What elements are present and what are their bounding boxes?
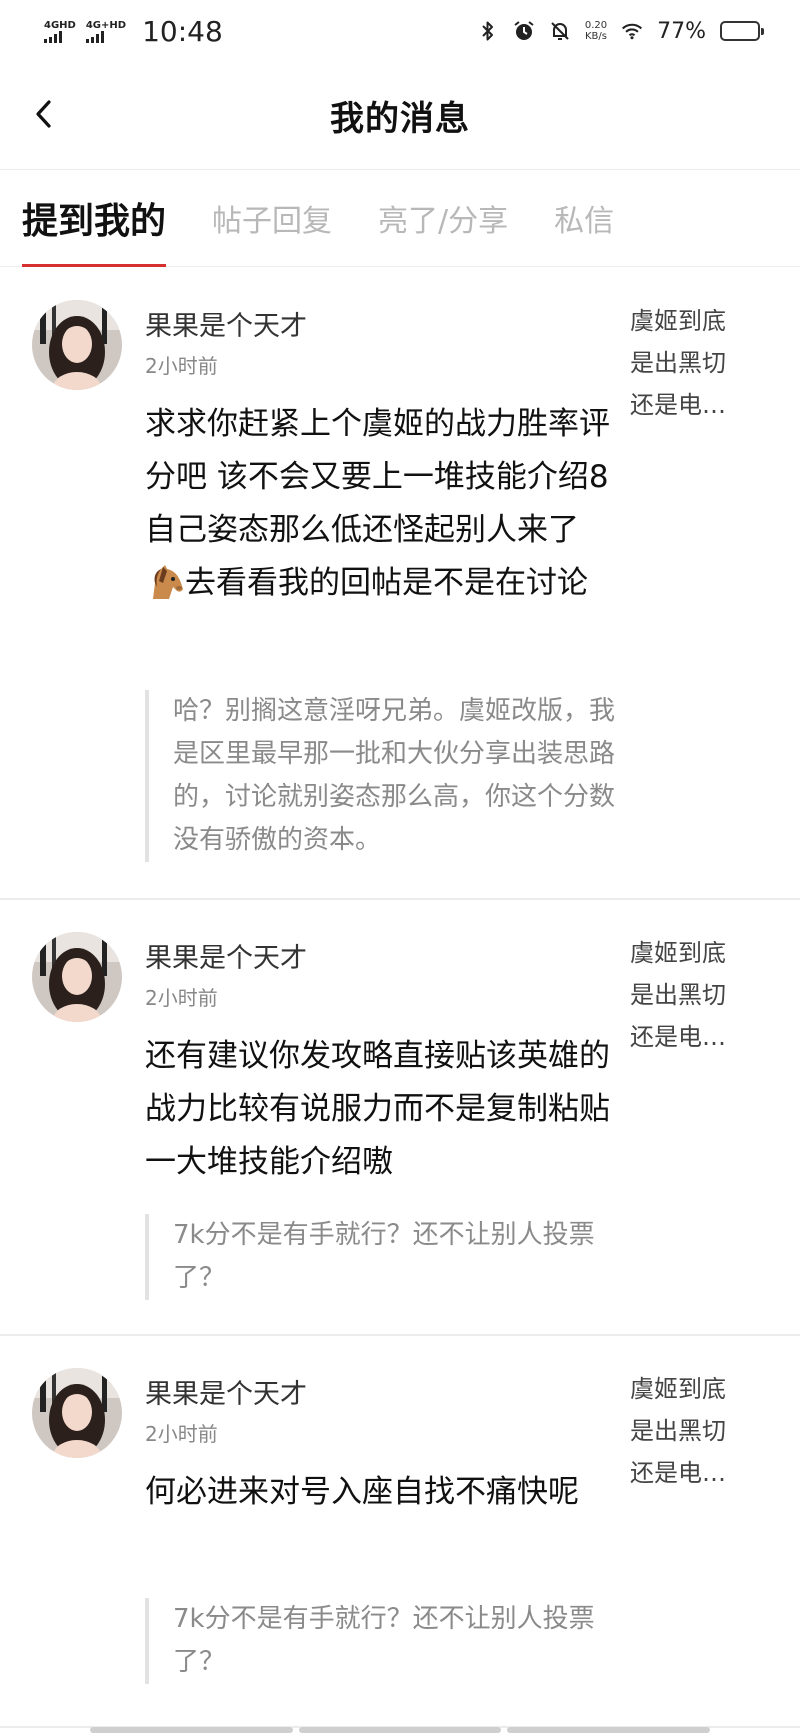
message-item[interactable]: 果果是个天才 2小时前 虞姬到底 是出黑切 还是电… 求求你赶紧上个虞姬的战力胜…: [0, 268, 800, 900]
mute-icon: [549, 20, 571, 42]
bluetooth-icon: [477, 20, 499, 42]
network-speed: 0.20 KB/s: [585, 20, 607, 42]
net-speed-unit: KB/s: [584, 31, 607, 42]
net-speed-value: 0.20: [584, 20, 608, 31]
message-content[interactable]: 求求你赶紧上个虞姬的战力胜率评分吧 该不会又要上一堆技能介绍8 自己姿态那么低还…: [145, 398, 640, 610]
content-text: 求求你赶紧上个虞姬的战力胜率评分吧 该不会又要上一堆技能介绍8 自己姿态那么低还…: [145, 406, 640, 548]
timestamp: 2小时前: [145, 1422, 218, 1446]
signal-bars-icon: [44, 30, 62, 43]
user-name[interactable]: 果果是个天才: [145, 1372, 307, 1411]
horse-emoji-icon: [145, 563, 185, 601]
page-title: 我的消息: [330, 99, 470, 139]
ref-line: 是出黑切: [630, 1417, 726, 1445]
alarm-icon: [513, 20, 535, 42]
message-item[interactable]: 果果是个天才 2小时前 虞姬到底 是出黑切 还是电… 何必进来对号入座自找不痛快…: [0, 1336, 800, 1728]
ref-line: 虞姬到底: [630, 939, 726, 967]
timestamp: 2小时前: [145, 986, 218, 1010]
bottom-scroll-indicator: [90, 1727, 711, 1733]
user-name[interactable]: 果果是个天才: [145, 936, 307, 975]
sim2-signal: 4G+HD: [85, 19, 127, 43]
sim2-label: 4G+HD: [85, 19, 127, 31]
message-list: 果果是个天才 2小时前 虞姬到底 是出黑切 还是电… 求求你赶紧上个虞姬的战力胜…: [0, 268, 800, 1728]
ref-line: 还是电…: [630, 1459, 726, 1487]
clock: 10:48: [142, 14, 223, 48]
battery-icon: [720, 21, 764, 41]
sim1-signal: 4GHD: [44, 20, 76, 43]
ref-line: 虞姬到底: [630, 1375, 726, 1403]
referenced-post[interactable]: 虞姬到底 是出黑切 还是电…: [630, 300, 760, 426]
timestamp: 2小时前: [145, 354, 218, 378]
tab-mentions[interactable]: 提到我的: [22, 170, 167, 267]
avatar[interactable]: [32, 932, 122, 1022]
status-bar: 4GHD 4G+HD 10:48 0.20 KB/s 77%: [0, 0, 800, 62]
tab-post-replies[interactable]: 帖子回复: [212, 170, 332, 267]
battery-percent: 77%: [657, 18, 706, 44]
wifi-icon: [621, 20, 643, 42]
user-name[interactable]: 果果是个天才: [145, 304, 307, 343]
ref-line: 是出黑切: [630, 349, 726, 377]
signal-bars-icon: [85, 30, 104, 43]
ref-line: 是出黑切: [630, 981, 726, 1009]
header: 我的消息: [0, 62, 800, 170]
quoted-text: 7k分不是有手就行？还不让别人投票了？: [145, 1598, 615, 1684]
referenced-post[interactable]: 虞姬到底 是出黑切 还是电…: [630, 932, 760, 1058]
ref-line: 虞姬到底: [630, 307, 726, 335]
message-content[interactable]: 还有建议你发攻略直接贴该英雄的战力比较有说服力而不是复制粘贴一大堆技能介绍嗷: [145, 1030, 615, 1189]
back-button[interactable]: [22, 92, 66, 136]
referenced-post[interactable]: 虞姬到底 是出黑切 还是电…: [630, 1368, 760, 1494]
sim1-label: 4GHD: [44, 19, 76, 31]
tab-bar: 提到我的 帖子回复 亮了/分享 私信: [0, 170, 800, 267]
quoted-text: 7k分不是有手就行？还不让别人投票了？: [145, 1214, 615, 1300]
content-text: 去看看我的回帖是不是在讨论: [185, 565, 588, 601]
ref-line: 还是电…: [630, 1023, 726, 1051]
avatar[interactable]: [32, 300, 122, 390]
quoted-text: 哈？别搁这意淫呀兄弟。虞姬改版，我是区里最早那一批和大伙分享出装思路的，讨论就别…: [145, 690, 615, 862]
avatar[interactable]: [32, 1368, 122, 1458]
tab-likes-shares[interactable]: 亮了/分享: [378, 170, 508, 267]
chevron-left-icon: [36, 100, 51, 128]
message-item[interactable]: 果果是个天才 2小时前 虞姬到底 是出黑切 还是电… 还有建议你发攻略直接贴该英…: [0, 900, 800, 1336]
ref-line: 还是电…: [630, 391, 726, 419]
message-content[interactable]: 何必进来对号入座自找不痛快呢: [145, 1466, 615, 1519]
tab-private-messages[interactable]: 私信: [554, 170, 614, 267]
